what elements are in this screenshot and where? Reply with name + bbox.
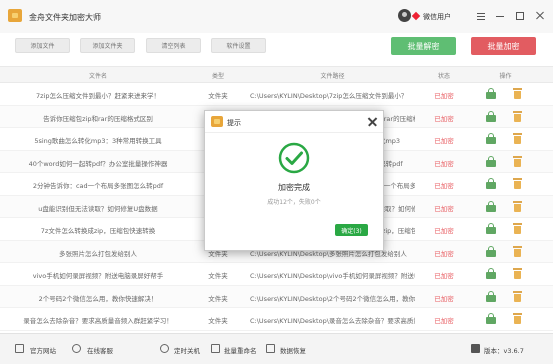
timer-icon[interactable] (160, 344, 169, 353)
footer-version: 版本：v3.6.7 (484, 347, 524, 355)
user-avatar[interactable] (398, 9, 411, 22)
footer-bar: 官方网站 在线客服 定时关机 批量重命名 数据恢复 版本：v3.6.7 (0, 333, 553, 364)
website-icon[interactable] (15, 344, 24, 353)
footer-timer[interactable]: 定时关机 (174, 345, 200, 355)
dialog-header: 提示 (205, 111, 383, 133)
footer-rename[interactable]: 批量重命名 (224, 345, 257, 355)
footer-recover[interactable]: 数据恢复 (280, 345, 306, 355)
footer-website[interactable]: 官方网站 (30, 345, 56, 355)
dialog-close-icon[interactable] (367, 116, 378, 127)
app-title: 金舟文件夹加密大师 (29, 13, 101, 22)
minimize-icon[interactable] (494, 10, 506, 22)
menu-icon[interactable] (475, 10, 487, 22)
prompt-dialog: 提示 加密完成 成功12个，失败0个 确定(3) (204, 110, 384, 251)
recover-icon[interactable] (266, 344, 275, 353)
success-check-icon (278, 142, 310, 174)
version-icon (471, 344, 480, 353)
service-icon[interactable] (72, 344, 81, 353)
dialog-title: 提示 (227, 119, 241, 127)
maximize-icon[interactable] (514, 10, 526, 22)
rename-icon[interactable] (211, 344, 220, 353)
app-logo-icon (8, 9, 22, 22)
folder-lock-icon (211, 116, 223, 127)
footer-service[interactable]: 在线客服 (87, 345, 113, 355)
dialog-ok-button[interactable]: 确定(3) (335, 224, 368, 236)
user-name[interactable]: 微信用户 (423, 12, 451, 22)
title-bar: 金舟文件夹加密大师 微信用户 (0, 0, 553, 33)
close-icon[interactable] (534, 10, 546, 22)
dialog-message: 加密完成 (278, 183, 310, 192)
vip-badge-icon (411, 11, 421, 21)
app-window: 金舟文件夹加密大师 微信用户 添加文件 添加文件夹 清空列表 软件设置 批量解密… (0, 0, 553, 364)
dialog-detail: 成功12个，失败0个 (267, 199, 321, 206)
